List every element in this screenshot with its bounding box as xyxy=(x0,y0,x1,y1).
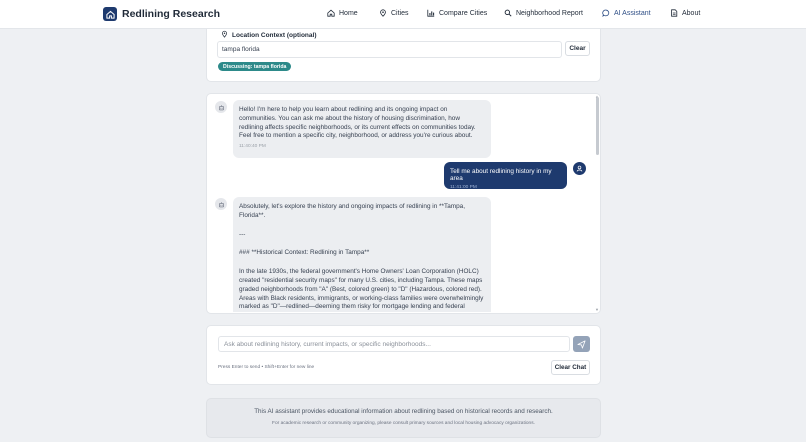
composer-card xyxy=(206,325,601,385)
disclaimer-box xyxy=(206,398,601,438)
location-context-label: Location Context (optional) xyxy=(221,30,317,40)
send-button[interactable] xyxy=(573,336,590,352)
home-logo-icon xyxy=(103,7,117,21)
location-input[interactable] xyxy=(217,41,562,58)
map-pin-icon xyxy=(221,30,228,40)
message-timestamp: 11:41:00 PM xyxy=(450,185,477,190)
nav-cities-label: Cities xyxy=(391,9,409,17)
nav-ai-assistant-label: AI Assistant xyxy=(614,9,651,17)
nav-about-label: About xyxy=(682,9,701,17)
app-title: Redlining Research xyxy=(122,8,221,20)
nav-home-label: Home xyxy=(339,9,358,17)
nav-ai-assistant[interactable]: AI Assistant xyxy=(602,9,651,17)
document-icon xyxy=(670,9,678,17)
brand[interactable]: Redlining Research xyxy=(103,7,220,21)
assistant-message: Absolutely, let's explore the history an… xyxy=(233,197,491,312)
bot-avatar xyxy=(215,198,227,210)
home-icon xyxy=(327,9,335,17)
user-message: Tell me about redlining history in my ar… xyxy=(444,162,567,190)
user-icon xyxy=(576,165,583,172)
nav-compare-cities-label: Compare Cities xyxy=(439,9,488,17)
nav-home[interactable]: Home xyxy=(327,9,358,17)
message-divider-text: --- xyxy=(239,230,246,238)
message-timestamp: 11:40:40 PM xyxy=(239,144,266,150)
nav-compare-cities[interactable]: Compare Cities xyxy=(427,9,487,17)
scroll-down-arrow[interactable]: ▼ xyxy=(595,307,599,312)
clear-chat-button[interactable]: Clear Chat xyxy=(551,360,590,375)
bot-avatar xyxy=(215,101,227,113)
bot-icon xyxy=(218,104,224,110)
message-text: Hello! I'm here to help you learn about … xyxy=(239,106,476,140)
message-paragraph: Absolutely, let's explore the history an… xyxy=(239,203,465,219)
message-paragraph: In the late 1930s, the federal governmen… xyxy=(239,268,484,311)
user-avatar xyxy=(573,162,586,175)
discussing-badge: Discussing: tampa florida xyxy=(218,62,292,71)
composer-hint: Press Enter to send • Shift+Enter for ne… xyxy=(218,365,315,370)
message-heading-text: ### **Historical Context: Redlining in T… xyxy=(239,249,370,257)
nav-about[interactable]: About xyxy=(670,9,700,17)
message-text: Tell me about redlining history in my ar… xyxy=(450,168,552,182)
search-icon xyxy=(504,9,512,17)
bot-icon xyxy=(218,201,224,207)
nav-neighborhood-report[interactable]: Neighborhood Report xyxy=(504,9,583,17)
message-input[interactable] xyxy=(218,336,570,352)
clear-location-button[interactable]: Clear xyxy=(565,41,590,56)
chat-scrollbar[interactable] xyxy=(596,97,599,155)
nav-neighborhood-report-label: Neighborhood Report xyxy=(516,9,583,17)
map-pin-icon xyxy=(379,9,387,17)
send-icon xyxy=(577,339,586,349)
nav-cities[interactable]: Cities xyxy=(379,9,409,17)
location-label-text: Location Context (optional) xyxy=(232,31,317,39)
top-navbar: Redlining Research Home Cities Compare C… xyxy=(0,0,806,29)
bar-chart-icon xyxy=(427,9,435,17)
disclaimer-line-2: For academic research or community organ… xyxy=(272,421,535,426)
assistant-message: Hello! I'm here to help you learn about … xyxy=(233,100,491,158)
disclaimer-line-1: This AI assistant provides educational i… xyxy=(254,408,553,415)
chat-icon xyxy=(602,9,610,17)
